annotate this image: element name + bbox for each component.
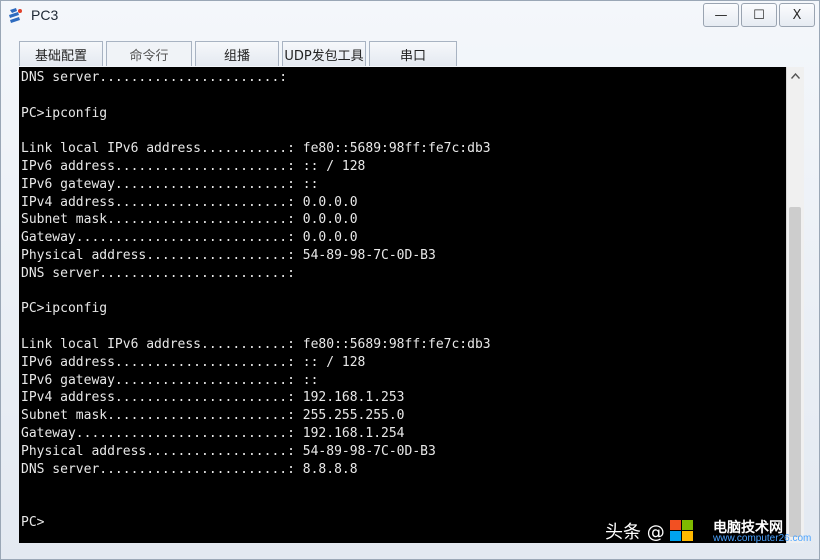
tab-label: 基础配置	[34, 48, 87, 64]
tab-serial[interactable]: 串口	[369, 41, 457, 66]
terminal-line: PC>	[21, 514, 45, 530]
terminal-line: Link local IPv6 address...........: fe80…	[21, 336, 491, 352]
terminal-line: DNS server........................:	[21, 265, 295, 281]
tab-label: 组播	[223, 48, 250, 64]
terminal-line: PC>ipconfig	[21, 105, 108, 121]
terminal-line: Link local IPv6 address...........: fe80…	[21, 141, 491, 157]
tab-strip: 基础配置 命令行 组播 UDP发包工具 串口	[19, 41, 460, 67]
watermark: 头条 @	[605, 516, 695, 546]
title-bar[interactable]: PC3 — ☐ X	[1, 1, 819, 31]
minimize-icon: —	[714, 7, 728, 23]
terminal-line: Gateway...........................: 0.0.…	[21, 230, 358, 246]
close-icon: X	[792, 7, 802, 23]
scroll-thumb[interactable]	[789, 207, 801, 537]
terminal-line: Gateway...........................: 192.…	[21, 425, 405, 441]
terminal-line: PC>ipconfig	[21, 301, 108, 317]
tab-basic-config[interactable]: 基础配置	[19, 41, 103, 66]
chevron-up-icon	[791, 72, 800, 79]
terminal-line: IPv6 address......................: :: /…	[21, 158, 366, 174]
terminal-console[interactable]: DNS server.......................: PC>ipc…	[19, 67, 786, 543]
terminal-line: DNS server.......................:	[21, 70, 288, 85]
watermark-site: www.computer26.com	[713, 533, 812, 544]
maximize-icon: ☐	[753, 7, 765, 23]
terminal-line: IPv6 gateway......................: ::	[21, 372, 319, 388]
vertical-scrollbar[interactable]	[786, 67, 804, 543]
terminal-line: Subnet mask.......................: 0.0.…	[21, 212, 358, 228]
tab-label: 命令行	[129, 48, 169, 64]
terminal-line: Subnet mask.......................: 255.…	[21, 408, 405, 424]
window-title: PC3	[31, 7, 59, 23]
terminal-line: IPv6 gateway......................: ::	[21, 176, 319, 192]
maximize-button[interactable]: ☐	[741, 3, 777, 27]
tab-multicast[interactable]: 组播	[195, 41, 279, 66]
terminal-line: Physical address..................: 54-8…	[21, 443, 436, 459]
scroll-up-button[interactable]	[787, 67, 804, 84]
terminal-output: DNS server.......................: PC>ipc…	[21, 69, 491, 532]
watermark-text: 头条 @	[605, 522, 665, 543]
minimize-button[interactable]: —	[703, 3, 739, 27]
close-button[interactable]: X	[779, 3, 815, 27]
app-window: PC3 — ☐ X 基础配置 命令行 组播 UDP发包工具 串口 DNS ser…	[0, 0, 820, 560]
terminal-line: IPv4 address......................: 192.…	[21, 390, 405, 406]
tab-udp-tool[interactable]: UDP发包工具	[282, 41, 366, 66]
terminal-line: DNS server........................: 8.8.…	[21, 461, 358, 477]
tab-command-line[interactable]: 命令行	[106, 41, 192, 66]
tab-label: UDP发包工具	[284, 48, 364, 64]
pc-app-icon	[9, 8, 22, 23]
terminal-line: IPv6 address......................: :: /…	[21, 354, 366, 370]
tab-label: 串口	[399, 48, 426, 64]
terminal-line: IPv4 address......................: 0.0.…	[21, 194, 358, 210]
terminal-line: Physical address..................: 54-8…	[21, 247, 436, 263]
windows-logo-icon	[669, 520, 693, 541]
